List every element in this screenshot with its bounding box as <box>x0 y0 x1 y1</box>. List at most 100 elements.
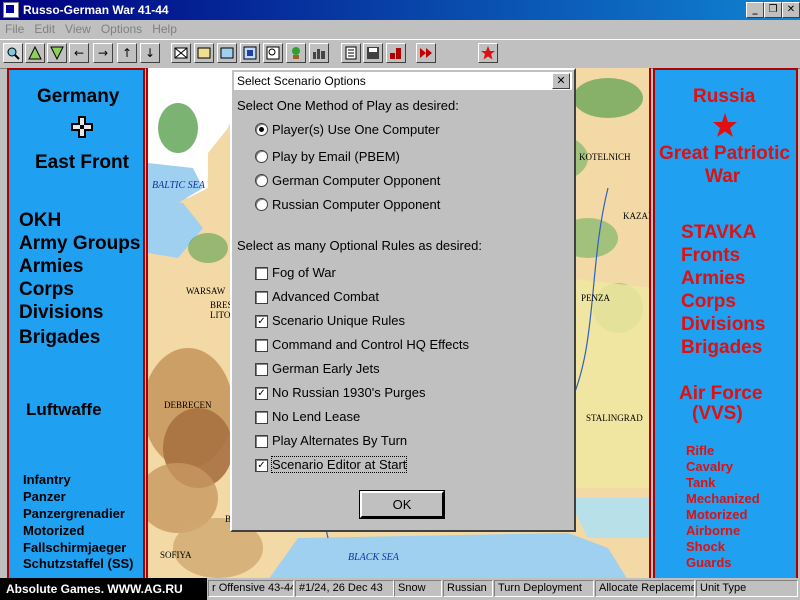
checkbox-label[interactable]: Scenario Editor at Start <box>270 456 408 473</box>
chart-icon[interactable] <box>386 43 406 63</box>
notepad-icon[interactable] <box>341 43 361 63</box>
soviet-unit-mechanized: Mechanized <box>686 491 760 506</box>
checkbox-label[interactable]: Fog of War <box>272 265 336 280</box>
status-action: Allocate Replaceme <box>595 580 695 597</box>
german-hq-corps: Corps <box>19 279 74 300</box>
close-button[interactable]: ✕ <box>782 2 800 18</box>
german-unit-panzergrenadier: Panzergrenadier <box>23 506 125 521</box>
menu-bar: File Edit View Options Help <box>0 20 800 38</box>
arrow-right-icon[interactable]: → <box>93 43 113 63</box>
city-label: KOTELNICH <box>579 152 631 162</box>
save-icon[interactable] <box>363 43 383 63</box>
unit-icon[interactable] <box>286 43 306 63</box>
checkbox-label[interactable]: German Early Jets <box>272 361 380 376</box>
radio-label[interactable]: German Computer Opponent <box>272 173 440 188</box>
menu-help[interactable]: Help <box>147 22 182 36</box>
german-hq-brigades: Brigades <box>19 327 101 348</box>
arrow-down-icon[interactable]: ↓ <box>140 43 160 63</box>
menu-view[interactable]: View <box>60 22 96 36</box>
german-hq-divisions: Divisions <box>19 302 104 323</box>
radio-label[interactable]: Play by Email (PBEM) <box>272 149 400 164</box>
soviet-hq-brigades: Brigades <box>681 337 763 358</box>
maximize-button[interactable]: ❐ <box>764 2 782 18</box>
box-water-icon[interactable] <box>217 43 237 63</box>
checkbox-early-jets[interactable] <box>255 363 268 376</box>
checkbox-command-control[interactable] <box>255 339 268 352</box>
star-icon[interactable] <box>478 43 498 63</box>
status-unit-type: Unit Type <box>696 580 798 597</box>
app-icon[interactable] <box>3 2 19 18</box>
soviet-unit-guards: Guards <box>686 555 732 570</box>
triangle-down-icon[interactable] <box>47 43 67 63</box>
checkbox-advanced-combat[interactable] <box>255 291 268 304</box>
triangle-up-icon[interactable] <box>25 43 45 63</box>
checkbox-no-purges[interactable]: ✓ <box>255 387 268 400</box>
menu-options[interactable]: Options <box>96 22 147 36</box>
checkbox-alternates[interactable] <box>255 435 268 448</box>
radio-german-ai[interactable] <box>255 174 268 187</box>
menu-file[interactable]: File <box>0 22 29 36</box>
ok-button[interactable]: OK <box>359 490 445 519</box>
radio-label[interactable]: Player(s) Use One Computer <box>272 122 440 137</box>
rules-heading: Select as many Optional Rules as desired… <box>237 238 482 253</box>
dialog-title-bar: Select Scenario Options ✕ <box>234 72 572 90</box>
checkbox-label[interactable]: Command and Control HQ Effects <box>272 337 469 352</box>
soviet-hq-divisions: Divisions <box>681 314 766 335</box>
status-side: Russian <box>443 580 493 597</box>
city-label: STALINGRAD <box>586 413 643 423</box>
checkbox-label[interactable]: Advanced Combat <box>272 289 379 304</box>
iron-cross-icon <box>71 116 93 141</box>
city-icon[interactable] <box>309 43 329 63</box>
box-icon[interactable] <box>194 43 214 63</box>
title-bar: Russo-German War 41-44 _ ❐ ✕ <box>0 0 800 20</box>
window-title: Russo-German War 41-44 <box>23 3 169 17</box>
radio-one-computer[interactable] <box>255 123 268 136</box>
arrow-up-icon[interactable]: ↑ <box>117 43 137 63</box>
find-icon[interactable] <box>263 43 283 63</box>
checkbox-label[interactable]: Scenario Unique Rules <box>272 313 405 328</box>
dialog-close-button[interactable]: ✕ <box>552 73 570 89</box>
checkbox-label[interactable]: No Russian 1930's Purges <box>272 385 426 400</box>
radio-label[interactable]: Russian Computer Opponent <box>272 197 440 212</box>
soviet-title: Russia <box>693 86 756 107</box>
checkbox-scenario-editor[interactable]: ✓ <box>255 459 268 472</box>
dialog-title: Select Scenario Options <box>237 74 366 88</box>
red-star-icon <box>712 112 738 141</box>
soviet-hq-armies: Armies <box>681 268 746 289</box>
zoom-icon[interactable] <box>3 43 23 63</box>
next-turn-icon[interactable] <box>416 43 436 63</box>
german-title: Germany <box>37 86 120 107</box>
soviet-subtitle-line1: Great Patriotic <box>659 143 790 164</box>
checkbox-scenario-unique-rules[interactable]: ✓ <box>255 315 268 328</box>
box-x-icon[interactable] <box>171 43 191 63</box>
status-weather: Snow <box>394 580 442 597</box>
status-turn-date: #1/24, 26 Dec 43 <box>295 580 394 597</box>
german-unit-fallschirmjaeger: Fallschirmjaeger <box>23 540 127 555</box>
soviet-air-force-vvs: (VVS) <box>692 403 743 424</box>
checkbox-label[interactable]: Play Alternates By Turn <box>272 433 407 448</box>
checkbox-fog-of-war[interactable] <box>255 267 268 280</box>
status-phase: Turn Deployment <box>494 580 594 597</box>
arrow-left-icon[interactable]: ← <box>69 43 89 63</box>
toolbar: ← → ↑ ↓ <box>0 39 800 69</box>
info-icon[interactable] <box>240 43 260 63</box>
checkbox-no-lend-lease[interactable] <box>255 411 268 424</box>
sea-label-baltic: BALTIC SEA <box>152 180 205 191</box>
soviet-info-panel: Russia Great Patriotic War STAVKA Fronts… <box>653 68 798 580</box>
german-unit-motorized: Motorized <box>23 523 85 538</box>
soviet-unit-cavalry: Cavalry <box>686 459 733 474</box>
sea-label-black: BLACK SEA <box>348 552 399 563</box>
radio-russian-ai[interactable] <box>255 198 268 211</box>
minimize-button[interactable]: _ <box>746 2 764 18</box>
german-hq-okh: OKH <box>19 210 62 231</box>
scenario-options-dialog: Select Scenario Options ✕ Select One Met… <box>230 68 576 532</box>
german-air-force: Luftwaffe <box>26 400 102 419</box>
soviet-unit-tank: Tank <box>686 475 716 490</box>
checkbox-label[interactable]: No Lend Lease <box>272 409 360 424</box>
soviet-hq-stavka: STAVKA <box>681 222 757 243</box>
city-label: KAZAN <box>623 211 649 221</box>
menu-edit[interactable]: Edit <box>29 22 60 36</box>
status-scenario: r Offensive 43-44 <box>208 580 294 597</box>
german-hq-army-groups: Army Groups <box>19 233 141 254</box>
radio-pbem[interactable] <box>255 150 268 163</box>
